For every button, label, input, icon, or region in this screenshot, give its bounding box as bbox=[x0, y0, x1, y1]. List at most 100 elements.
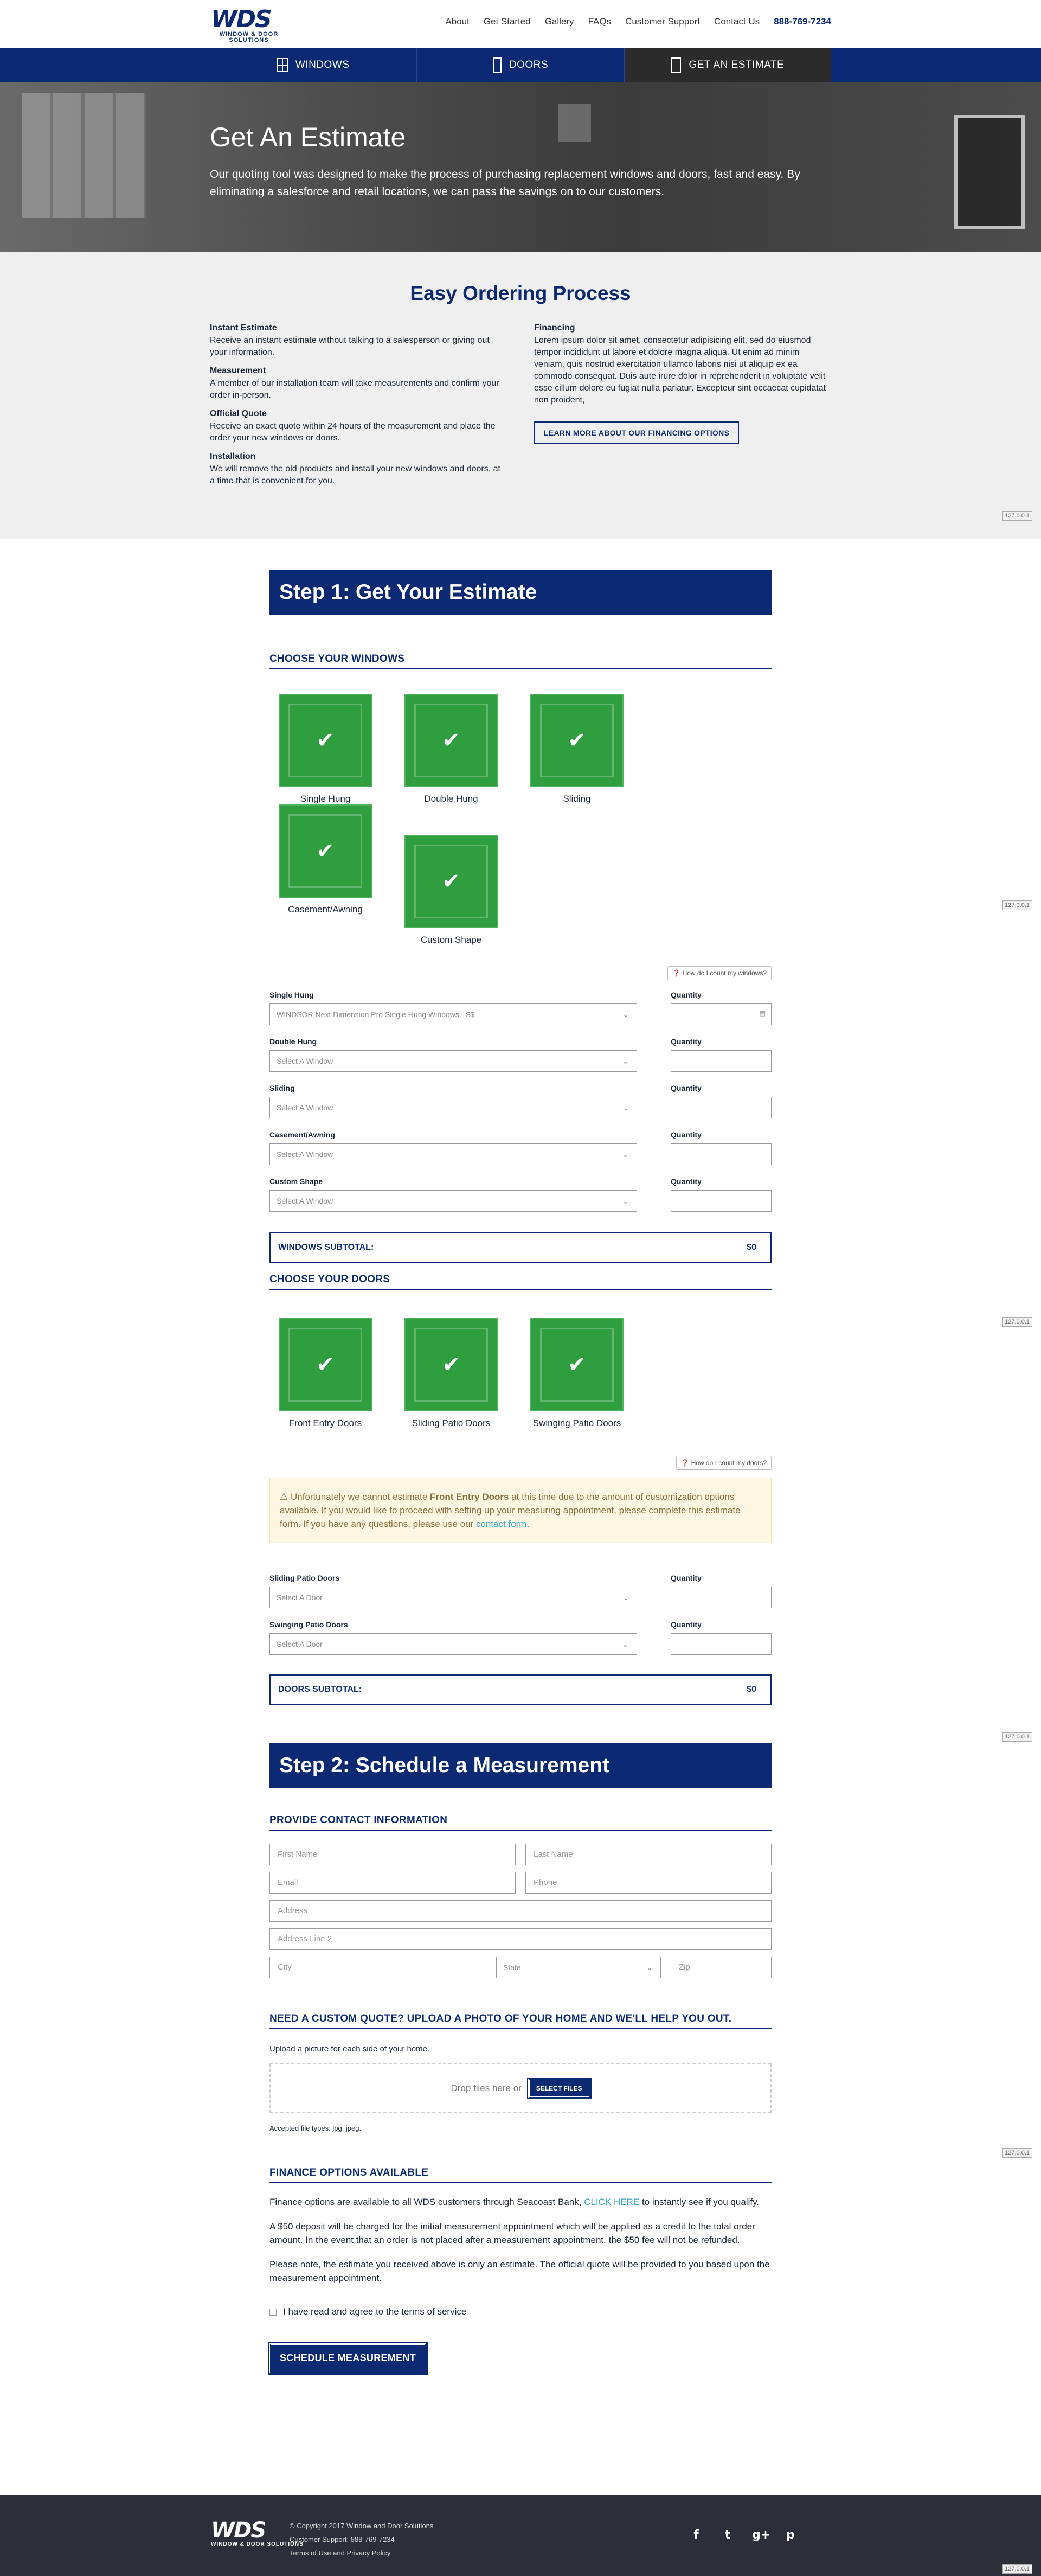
subtotal-label: WINDOWS SUBTOTAL: bbox=[278, 1243, 374, 1252]
quantity-input[interactable] bbox=[671, 1050, 772, 1072]
doors-warning: ⚠ Unfortunately we cannot estimate Front… bbox=[269, 1478, 772, 1543]
quantity-label: Quantity bbox=[671, 1037, 702, 1046]
window-tile-single-hung[interactable]: ✔ Single Hung bbox=[279, 694, 372, 804]
process-step-heading: Official Quote bbox=[210, 409, 267, 418]
chevron-down-icon: ⌄ bbox=[622, 1057, 629, 1065]
window-tile-sliding[interactable]: ✔ Sliding bbox=[530, 694, 624, 804]
main-nav-windows[interactable]: WINDOWS bbox=[210, 48, 416, 82]
window-tile-double-hung[interactable]: ✔ Double Hung bbox=[404, 694, 498, 804]
pinterest-icon[interactable]: p bbox=[783, 2528, 798, 2542]
nav-get-started[interactable]: Get Started bbox=[484, 16, 531, 27]
nav-contact-us[interactable]: Contact Us bbox=[714, 16, 760, 27]
select-value: Select A Window bbox=[277, 1057, 333, 1065]
count-doors-help[interactable]: ❓ How do I count my doors? bbox=[676, 1456, 772, 1470]
zip-field[interactable]: Zip bbox=[671, 1957, 772, 1978]
footer: WDS WINDOW & DOOR SOLUTIONS © Copyright … bbox=[0, 2495, 1041, 2576]
state-select[interactable]: State ⌄ bbox=[496, 1957, 661, 1978]
hero-bg-oven bbox=[954, 115, 1025, 229]
deposit-paragraph: A $50 deposit will be charged for the in… bbox=[269, 2221, 755, 2245]
select-value: State bbox=[503, 1963, 521, 1972]
schedule-measurement-button[interactable]: SCHEDULE MEASUREMENT bbox=[267, 2342, 428, 2375]
select-files-button[interactable]: SELECT FILES bbox=[526, 2078, 592, 2099]
count-windows-help[interactable]: ❓ How do I count my windows? bbox=[667, 966, 772, 980]
door-tile-swinging-patio[interactable]: ✔ Swinging Patio Doors bbox=[530, 1318, 624, 1429]
facebook-icon[interactable]: f bbox=[689, 2528, 703, 2542]
tile-label: Custom Shape bbox=[420, 935, 482, 945]
main-nav-estimate-label: GET AN ESTIMATE bbox=[689, 59, 785, 71]
select-label: Casement/Awning bbox=[269, 1130, 336, 1139]
upload-hint: Upload a picture for each side of your h… bbox=[269, 2044, 430, 2054]
check-icon: ✔ bbox=[442, 869, 460, 894]
window-tile-custom-shape[interactable]: ✔ Custom Shape bbox=[404, 835, 498, 945]
version-badge: 127.0.0.1 bbox=[1002, 2148, 1032, 2158]
quantity-input[interactable]: ▤ bbox=[671, 1003, 772, 1025]
nav-gallery[interactable]: Gallery bbox=[545, 16, 574, 27]
door-icon bbox=[492, 57, 502, 73]
drop-text: Drop files here or bbox=[451, 2083, 522, 2093]
main-nav-estimate[interactable]: GET AN ESTIMATE bbox=[624, 48, 831, 82]
logo-subtext: WINDOW & DOOR SOLUTIONS bbox=[219, 31, 279, 43]
address-field[interactable]: Address bbox=[269, 1900, 772, 1922]
first-name-field[interactable]: First Name bbox=[269, 1844, 516, 1865]
last-name-field[interactable]: Last Name bbox=[525, 1844, 772, 1865]
finance-paragraph: Finance options are available to all WDS… bbox=[269, 2195, 772, 2209]
quantity-input[interactable] bbox=[671, 1097, 772, 1118]
email-field[interactable]: Email bbox=[269, 1872, 516, 1894]
quantity-input[interactable] bbox=[671, 1633, 772, 1655]
terms-row: I have read and agree to the terms of se… bbox=[269, 2306, 772, 2317]
site-logo[interactable]: WDS WINDOW & DOOR SOLUTIONS bbox=[211, 8, 287, 43]
quantity-input[interactable] bbox=[671, 1143, 772, 1165]
google-plus-icon[interactable]: g+ bbox=[752, 2528, 770, 2542]
quantity-label: Quantity bbox=[671, 1130, 702, 1139]
twitter-icon[interactable]: t bbox=[721, 2528, 735, 2542]
financing-button[interactable]: LEARN MORE ABOUT OUR FINANCING OPTIONS bbox=[534, 421, 740, 444]
city-field[interactable]: City bbox=[269, 1957, 486, 1978]
quantity-input[interactable] bbox=[671, 1587, 772, 1608]
warn-text: Unfortunately we cannot estimate bbox=[290, 1492, 430, 1502]
quantity-label: Quantity bbox=[671, 990, 702, 999]
window-image: ✔ bbox=[404, 835, 498, 928]
subtotal-label: DOORS SUBTOTAL: bbox=[278, 1685, 362, 1694]
help-label: How do I count my windows? bbox=[682, 969, 767, 977]
select-value: Select A Window bbox=[277, 1103, 333, 1112]
door-tile-front-entry[interactable]: ✔ Front Entry Doors bbox=[279, 1318, 372, 1429]
terms-checkbox[interactable] bbox=[269, 2309, 277, 2316]
window-tile-casement[interactable]: ✔ Casement/Awning bbox=[279, 804, 372, 945]
phone-field[interactable]: Phone bbox=[525, 1872, 772, 1894]
quantity-input[interactable] bbox=[671, 1190, 772, 1212]
window-select-double-hung[interactable]: Select A Window ⌄ bbox=[269, 1050, 637, 1072]
social-links: f t g+ p bbox=[689, 2528, 798, 2542]
warning-icon: ⚠ bbox=[280, 1492, 291, 1502]
version-badge: 127.0.0.1 bbox=[1002, 900, 1032, 910]
file-dropzone[interactable]: Drop files here or SELECT FILES bbox=[269, 2063, 772, 2113]
version-badge: 127.0.0.1 bbox=[1002, 511, 1032, 521]
door-select-sliding-patio[interactable]: Select A Door ⌄ bbox=[269, 1587, 637, 1608]
window-select-casement[interactable]: Select A Window ⌄ bbox=[269, 1143, 637, 1165]
door-tile-sliding-patio[interactable]: ✔ Sliding Patio Doors bbox=[404, 1318, 498, 1429]
main-nav-doors[interactable]: DOORS bbox=[416, 48, 624, 82]
window-select-custom-shape[interactable]: Select A Window ⌄ bbox=[269, 1190, 637, 1212]
terms-link[interactable]: Terms of Use and Privacy Policy bbox=[290, 2546, 433, 2560]
stepper-icon: ▤ bbox=[759, 1009, 766, 1017]
warn-text: . bbox=[526, 1519, 530, 1529]
window-image: ✔ bbox=[530, 694, 624, 787]
financing-text: Lorem ipsum dolor sit amet, consectetur … bbox=[534, 336, 826, 405]
finance-click-here-link[interactable]: CLICK HERE bbox=[584, 2197, 639, 2207]
window-select-sliding[interactable]: Select A Window ⌄ bbox=[269, 1097, 637, 1118]
contact-form-link[interactable]: contact form bbox=[476, 1519, 527, 1529]
process-steps: Instant Estimate Receive an instant esti… bbox=[210, 323, 507, 495]
question-icon: ❓ bbox=[681, 1459, 691, 1467]
placeholder: Address bbox=[278, 1906, 308, 1915]
placeholder: Address Line 2 bbox=[278, 1934, 332, 1944]
nav-about[interactable]: About bbox=[445, 16, 469, 27]
door-select-swinging-patio[interactable]: Select A Door ⌄ bbox=[269, 1633, 637, 1655]
select-value: Select A Door bbox=[277, 1593, 323, 1602]
nav-customer-support[interactable]: Customer Support bbox=[625, 16, 700, 27]
process-step-heading: Instant Estimate bbox=[210, 323, 277, 333]
nav-faqs[interactable]: FAQs bbox=[588, 16, 612, 27]
header-phone[interactable]: 888-769-7234 bbox=[774, 16, 831, 27]
chevron-down-icon: ⌄ bbox=[622, 1640, 629, 1648]
window-select-single-hung[interactable]: WINDSOR Next Dimension Pro Single Hung W… bbox=[269, 1003, 637, 1025]
check-icon: ✔ bbox=[442, 728, 460, 753]
address-line2-field[interactable]: Address Line 2 bbox=[269, 1928, 772, 1950]
